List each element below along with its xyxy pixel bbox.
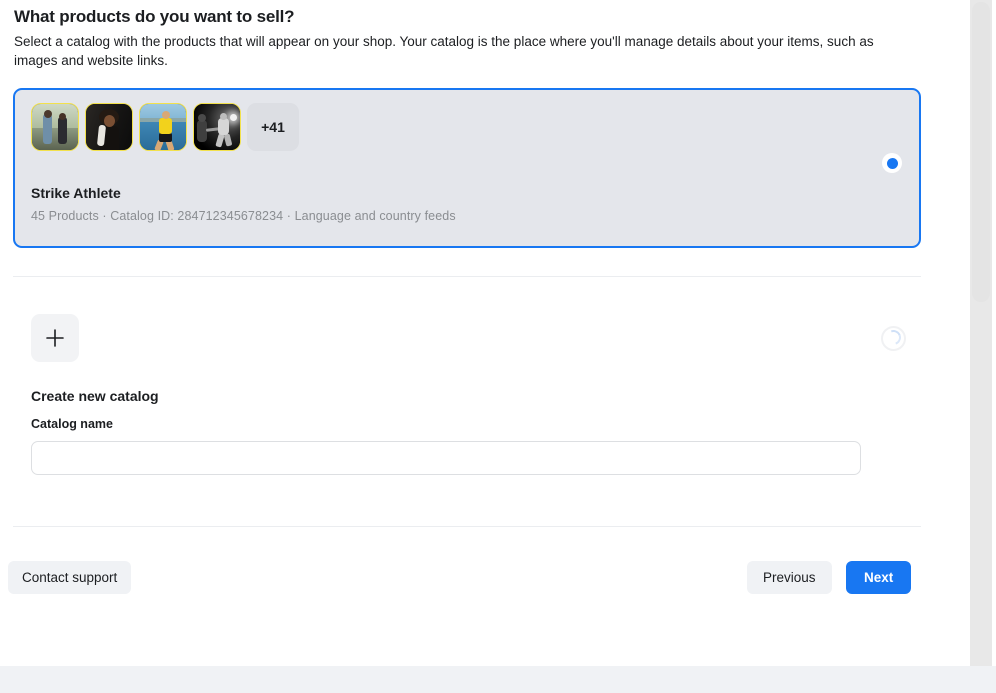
page-root: What products do you want to sell? Selec… [0, 0, 996, 693]
boxing-silhouette-thumbnail [193, 103, 241, 151]
plus-icon[interactable] [31, 314, 79, 362]
woman-with-towel-thumbnail [85, 103, 133, 151]
scrollbar-thumb[interactable] [972, 2, 990, 302]
content-panel: What products do you want to sell? Selec… [0, 0, 966, 666]
radio-dot-icon [887, 158, 898, 169]
radio-focus-arc-icon [884, 328, 904, 348]
runner-by-water-thumbnail [139, 103, 187, 151]
create-new-catalog-heading: Create new catalog [31, 388, 159, 404]
catalog-name: Strike Athlete [31, 185, 121, 201]
divider-top [13, 276, 921, 277]
contact-support-button[interactable]: Contact support [8, 561, 131, 594]
outdoor-training-pair-thumbnail [31, 103, 79, 151]
catalog-radio-selected[interactable] [882, 153, 902, 173]
catalog-name-label: Catalog name [31, 417, 113, 431]
create-catalog-radio-unselected[interactable] [881, 326, 906, 351]
catalog-meta: 45 Products · Catalog ID: 28471234567823… [31, 209, 456, 223]
catalog-thumbnail-row: +41 [31, 103, 299, 151]
catalog-name-input[interactable] [31, 441, 861, 475]
page-header: What products do you want to sell? Selec… [14, 6, 924, 70]
catalog-option-strike-athlete[interactable]: +41 Strike Athlete 45 Products · Catalog… [13, 88, 921, 248]
divider-bottom [13, 526, 921, 527]
previous-button[interactable]: Previous [747, 561, 832, 594]
more-products-count: +41 [247, 103, 299, 151]
page-subtitle: Select a catalog with the products that … [14, 32, 920, 70]
next-button[interactable]: Next [846, 561, 911, 594]
page-title: What products do you want to sell? [14, 6, 924, 28]
